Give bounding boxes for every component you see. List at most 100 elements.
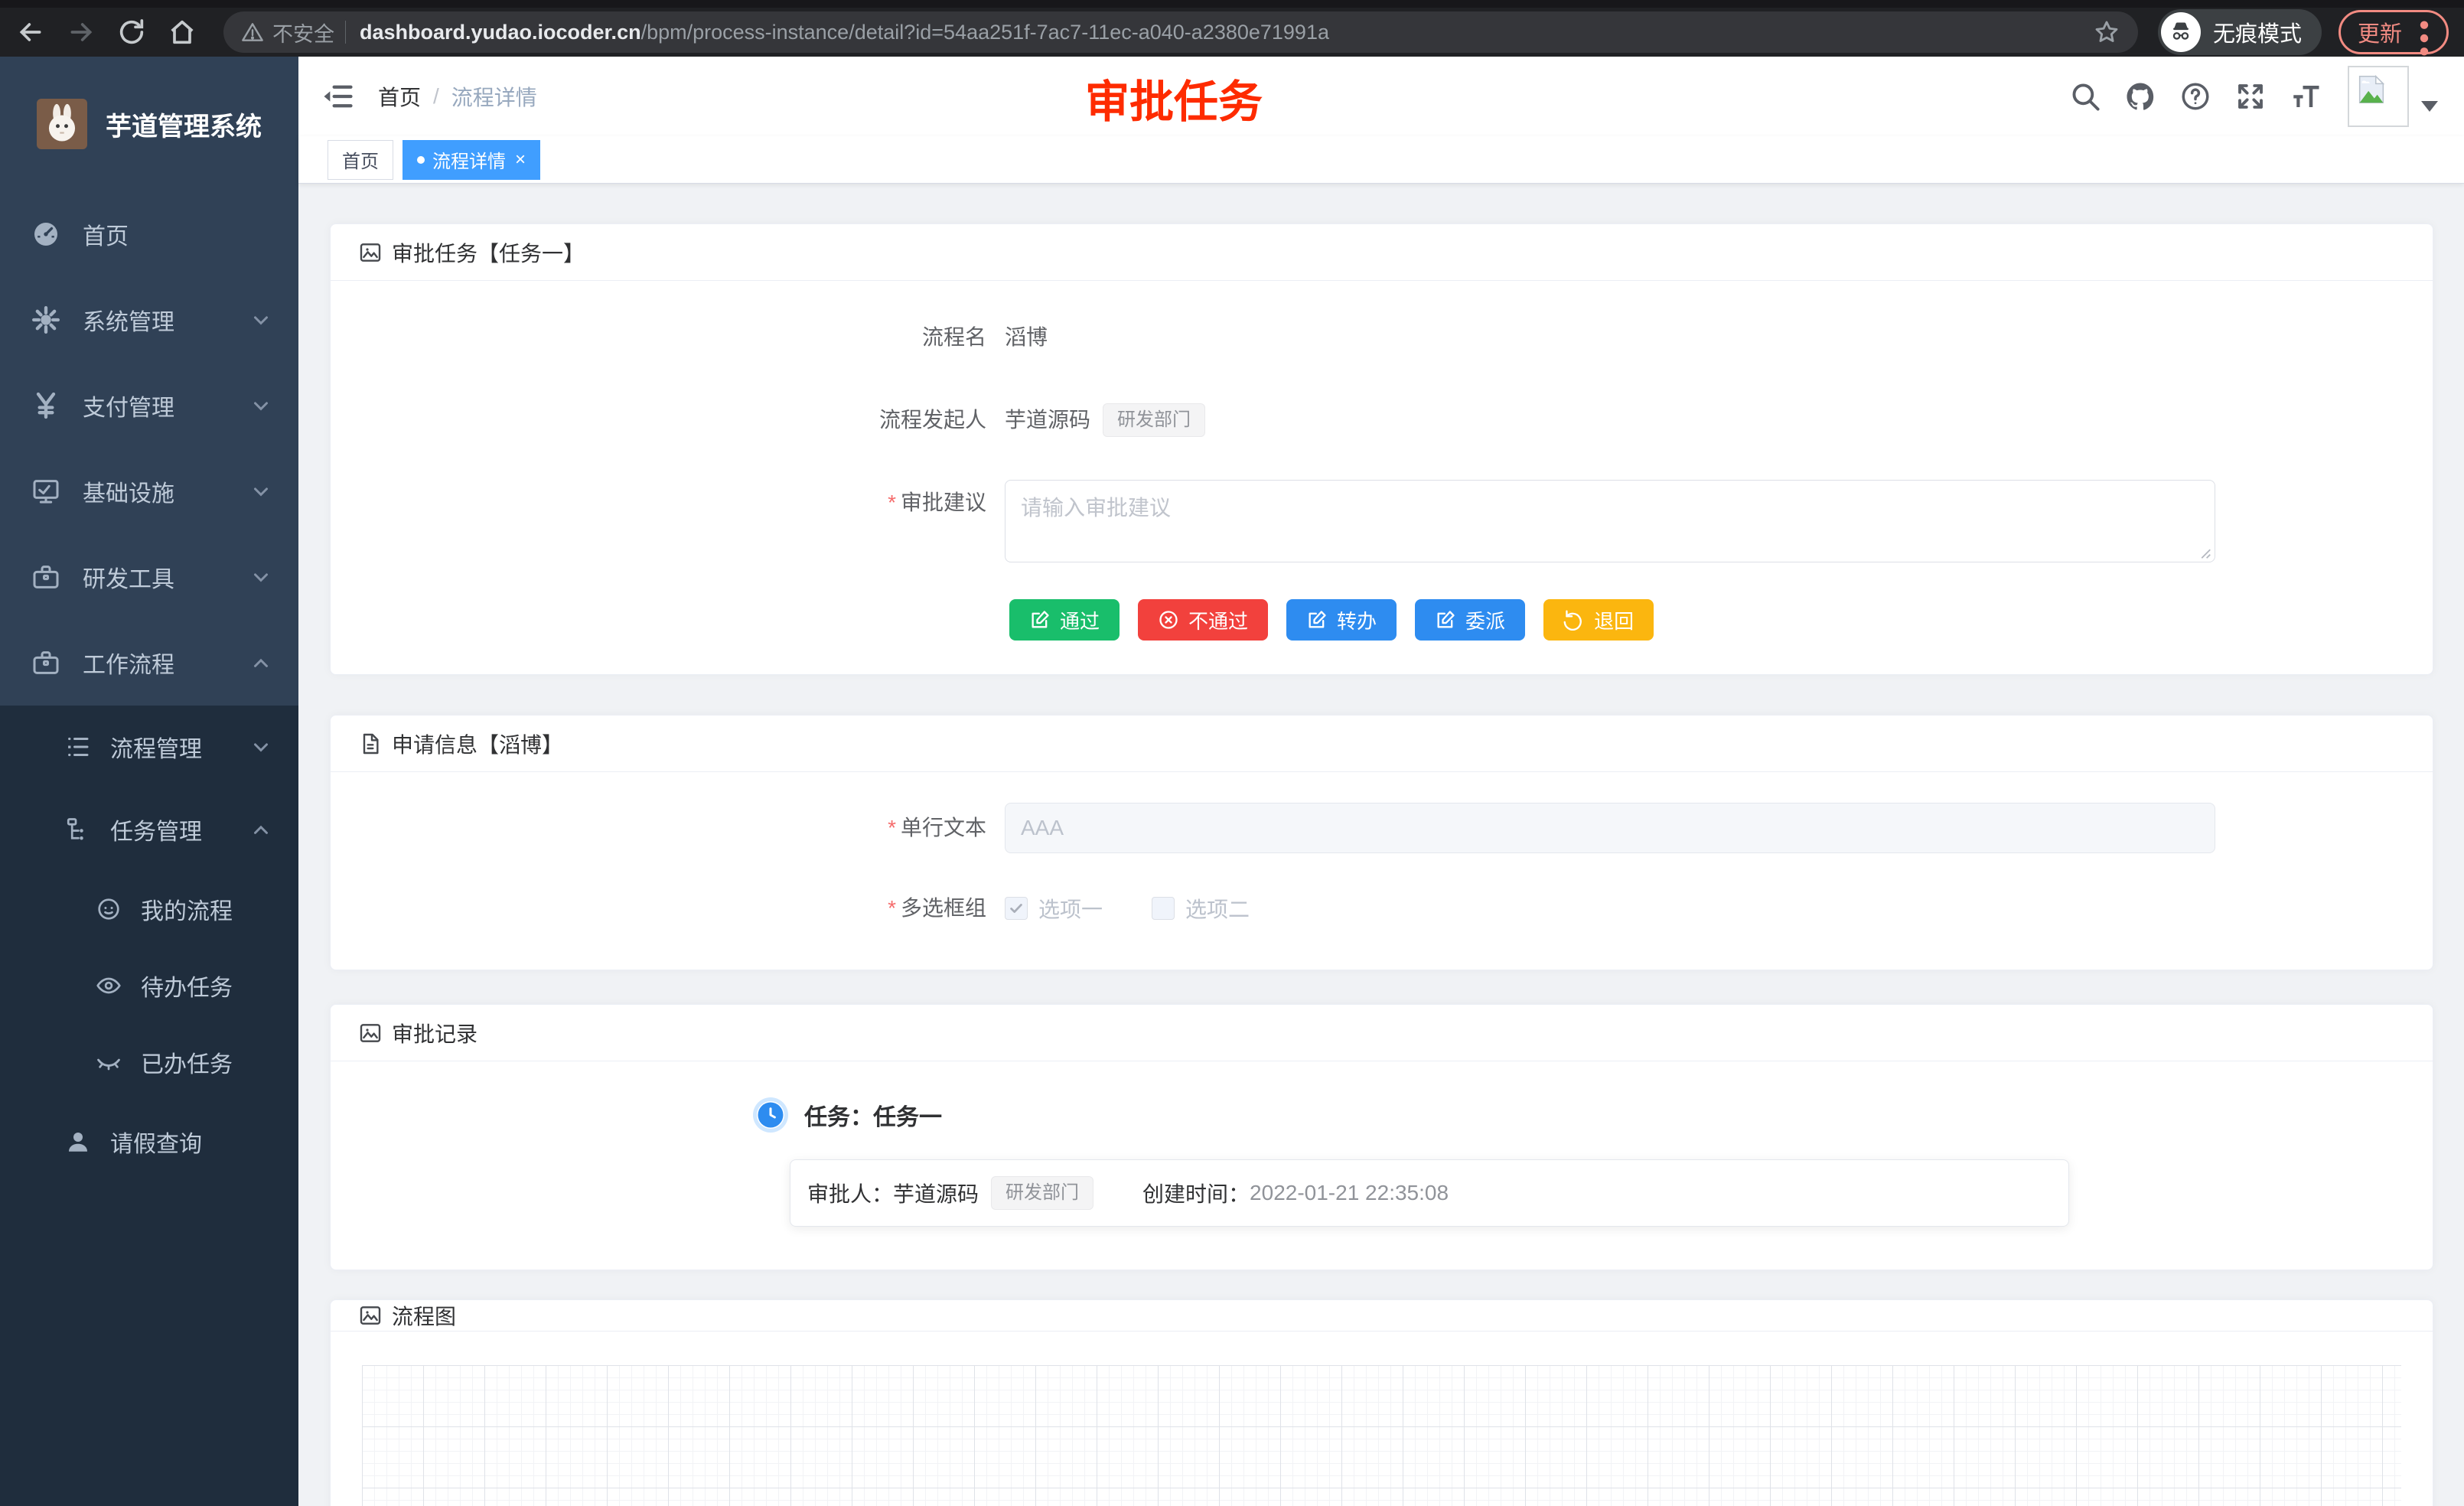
sidebar-item-todo-tasks[interactable]: 待办任务	[0, 947, 298, 1024]
field-label: *审批建议	[358, 480, 1005, 526]
approve-button[interactable]: 通过	[1009, 599, 1120, 641]
sidebar-filler	[0, 1183, 298, 1506]
application-info-card: 申请信息【滔博】 *单行文本 *多选框组	[330, 715, 2433, 970]
github-icon[interactable]	[2124, 80, 2156, 112]
app-frame: 芋道管理系统 首页 系统管理 支付管理 基础设施	[0, 57, 2464, 1506]
avatar[interactable]	[2348, 66, 2409, 127]
sidebar-item-label: 支付管理	[83, 389, 249, 422]
card-body: *单行文本 *多选框组 选项一	[331, 772, 2433, 970]
form-row-text: *单行文本	[358, 803, 2405, 853]
eye-open-icon	[95, 972, 122, 999]
sidebar-item-workflow[interactable]: 工作流程	[0, 620, 298, 706]
card-header: 申请信息【滔博】	[331, 716, 2433, 772]
process-diagram-card: 流程图	[330, 1299, 2433, 1506]
field-label: 流程名	[358, 315, 1005, 360]
bpmn-diagram-canvas[interactable]	[362, 1365, 2401, 1506]
security-label[interactable]: 不安全	[272, 18, 334, 47]
clock-icon	[757, 1101, 784, 1129]
field-label: *多选框组	[358, 896, 1005, 921]
breadcrumb: 首页 / 流程详情	[378, 81, 537, 112]
picture-icon	[358, 240, 383, 265]
sidebar-item-task-mgmt[interactable]: 任务管理	[0, 788, 298, 871]
checkbox-option1: 选项一	[1005, 893, 1103, 924]
return-button[interactable]: 退回	[1543, 599, 1654, 641]
fullscreen-icon[interactable]	[2234, 80, 2267, 112]
page-content: 审批任务【任务一】 流程名 滔博 流程发起人 芋道源码 研发部门	[298, 184, 2464, 1506]
delegate-button[interactable]: 委派	[1415, 599, 1525, 641]
list-icon	[64, 733, 92, 761]
dashboard-icon	[31, 219, 61, 249]
tree-icon	[64, 816, 92, 843]
forward-icon[interactable]	[66, 17, 96, 47]
sidebar-item-label: 已办任务	[141, 1045, 272, 1079]
sidebar-item-label: 研发工具	[83, 560, 249, 594]
back-icon[interactable]	[15, 17, 46, 47]
chevron-down-icon	[249, 308, 272, 331]
task-title: 任务：任务一	[804, 1098, 942, 1132]
sidebar-item-devtools[interactable]: 研发工具	[0, 534, 298, 620]
textarea-wrap	[1005, 480, 2215, 562]
address-bar[interactable]: 不安全 dashboard.yudao.iocoder.cn/bpm/proce…	[223, 11, 2138, 53]
reject-button[interactable]: 不通过	[1138, 599, 1268, 641]
tag-home[interactable]: 首页	[328, 140, 393, 180]
sidebar-item-my-process[interactable]: 我的流程	[0, 871, 298, 947]
tag-label: 流程详情	[432, 146, 506, 173]
incognito-icon	[2161, 12, 2201, 52]
not-secure-warning-icon	[240, 20, 265, 44]
screen: 不安全 dashboard.yudao.iocoder.cn/bpm/proce…	[0, 0, 2464, 1506]
sidebar-item-process-mgmt[interactable]: 流程管理	[0, 706, 298, 788]
user-icon	[64, 1128, 92, 1156]
avatar-caret-icon[interactable]	[2421, 101, 2438, 112]
chevron-down-icon	[249, 480, 272, 503]
main-area: 审批任务 首页 / 流程详情	[298, 57, 2464, 1506]
sidebar-item-label: 基础设施	[83, 474, 249, 508]
browser-menu-icon[interactable]	[2414, 18, 2434, 46]
timeline: 任务：任务一 审批人： 芋道源码 研发部门 创建时间： 2022-01-21 2…	[757, 1098, 2405, 1227]
gear-icon	[31, 305, 61, 335]
card-title: 审批任务【任务一】	[392, 237, 585, 268]
card-body: 流程名 滔博 流程发起人 芋道源码 研发部门 *审批建议	[331, 281, 2433, 674]
url-divider	[345, 21, 346, 44]
sidebar-item-home[interactable]: 首页	[0, 191, 298, 277]
tag-close-icon[interactable]: ×	[515, 151, 526, 169]
sidebar-item-label: 待办任务	[141, 969, 272, 1002]
chevron-down-icon	[249, 566, 272, 588]
active-dot	[417, 156, 425, 164]
sidebar-item-payment[interactable]: 支付管理	[0, 363, 298, 448]
app-logo[interactable]: 芋道管理系统	[0, 57, 298, 191]
sidebar-fold-icon[interactable]	[321, 80, 354, 112]
record-detail-card: 审批人： 芋道源码 研发部门 创建时间： 2022-01-21 22:35:08	[790, 1159, 2069, 1227]
sidebar-item-leave-query[interactable]: 请假查询	[0, 1100, 298, 1183]
chevron-up-icon	[249, 651, 272, 674]
form-row-initiator: 流程发起人 芋道源码 研发部门	[358, 397, 2405, 443]
monitor-icon	[31, 476, 61, 507]
sidebar-item-done-tasks[interactable]: 已办任务	[0, 1024, 298, 1100]
app-title: 芋道管理系统	[106, 106, 262, 143]
bookmark-star-icon[interactable]	[2092, 18, 2121, 47]
action-buttons: 通过 不通过 转办 委	[1009, 599, 2405, 641]
created-label: 创建时间：	[1142, 1178, 1250, 1208]
font-size-icon[interactable]	[2290, 80, 2322, 112]
home-icon[interactable]	[167, 17, 197, 47]
help-icon[interactable]	[2179, 80, 2211, 112]
breadcrumb-home[interactable]: 首页	[378, 81, 421, 112]
card-title: 审批记录	[392, 1018, 477, 1048]
incognito-badge: 无痕模式	[2158, 9, 2322, 55]
transfer-button[interactable]: 转办	[1286, 599, 1397, 641]
card-body	[331, 1332, 2433, 1506]
reload-icon[interactable]	[116, 17, 147, 47]
initiator-value: 芋道源码 研发部门	[1005, 397, 1205, 443]
url-text[interactable]: dashboard.yudao.iocoder.cn/bpm/process-i…	[360, 21, 2080, 44]
sidebar-item-system[interactable]: 系统管理	[0, 277, 298, 363]
search-icon[interactable]	[2069, 80, 2101, 112]
timeline-node: 任务：任务一	[757, 1098, 2405, 1132]
sidebar-item-infra[interactable]: 基础设施	[0, 448, 298, 534]
checkbox-option2: 选项二	[1152, 893, 1250, 924]
card-body: 任务：任务一 审批人： 芋道源码 研发部门 创建时间： 2022-01-21 2…	[331, 1061, 2433, 1270]
tag-process-detail[interactable]: 流程详情 ×	[403, 140, 540, 180]
card-header: 流程图	[331, 1300, 2433, 1332]
checkbox-label: 选项一	[1038, 893, 1103, 924]
navbar: 首页 / 流程详情	[298, 57, 2464, 136]
suggestion-textarea[interactable]	[1005, 480, 2215, 562]
browser-update-button[interactable]: 更新	[2339, 10, 2449, 54]
